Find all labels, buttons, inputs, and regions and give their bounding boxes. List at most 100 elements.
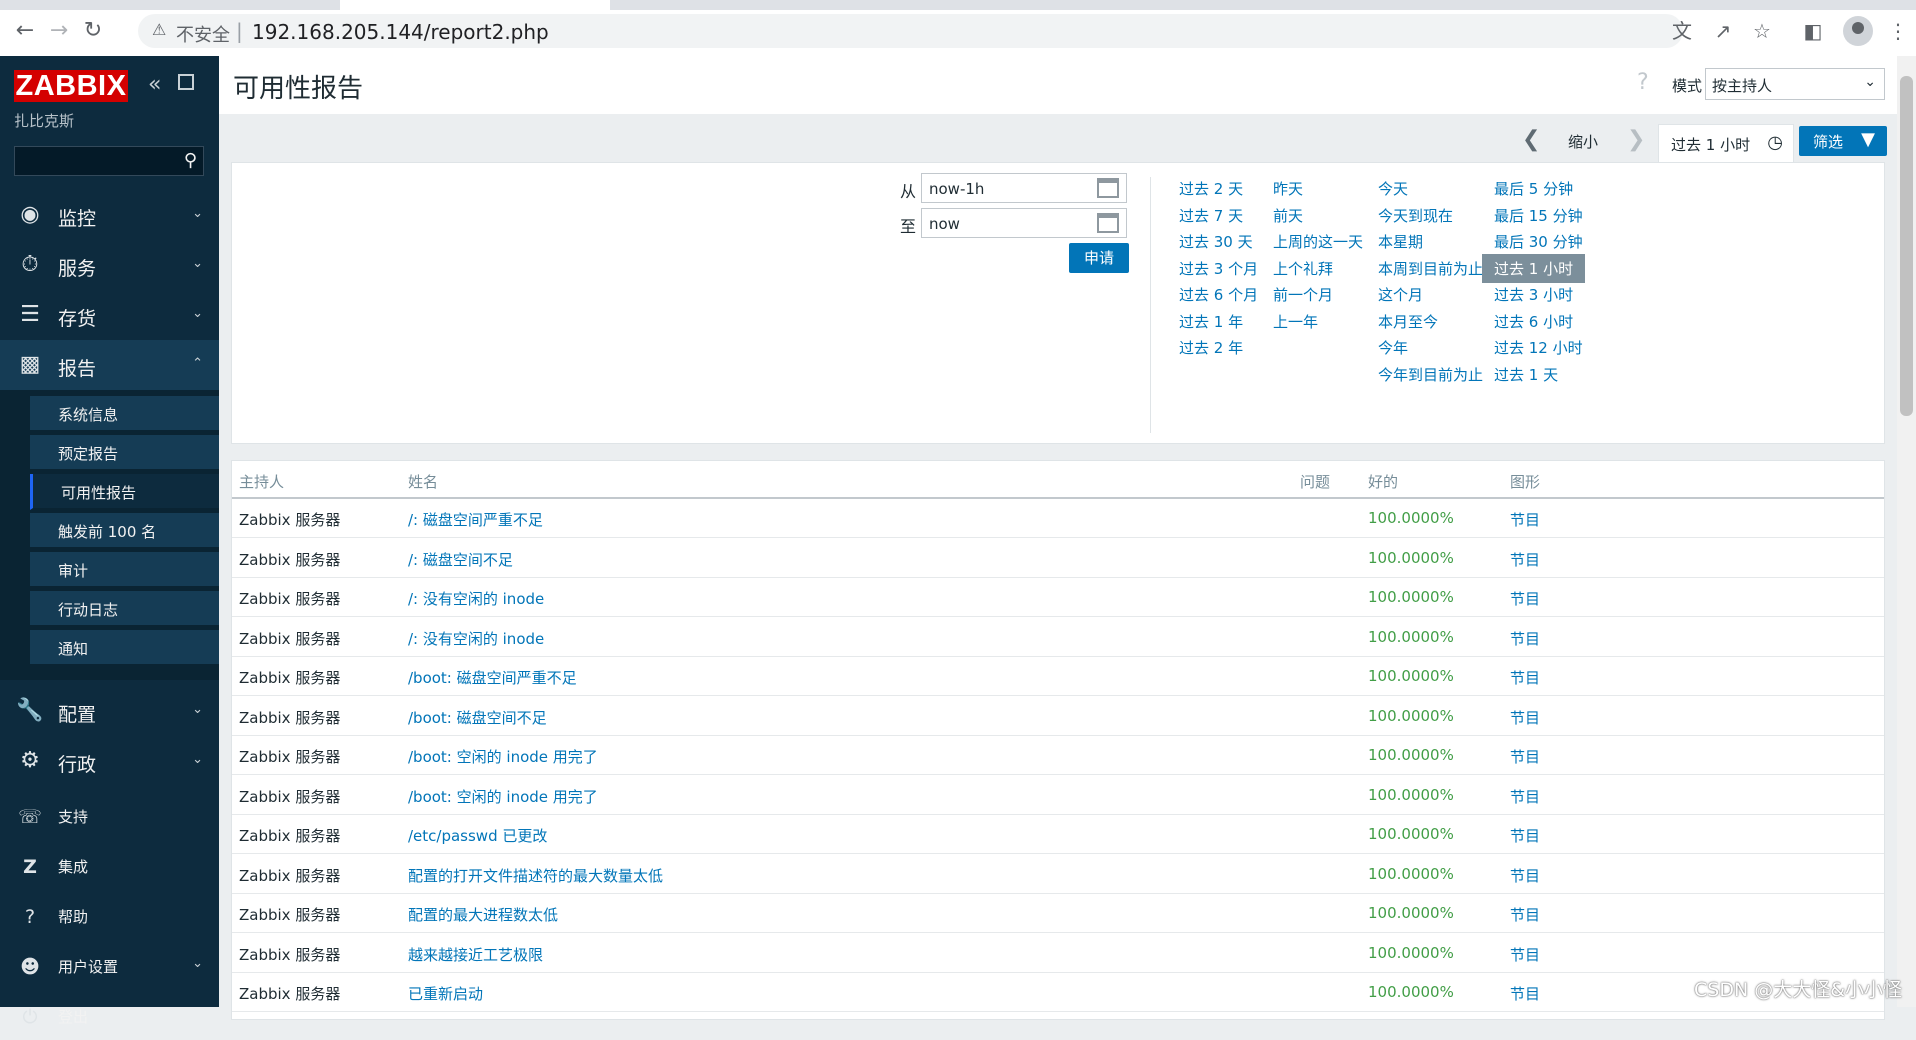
submenu-scheduled-reports[interactable]: 预定报告 [30,435,219,471]
quick-range-link[interactable]: 最后 5 分钟 [1494,178,1573,199]
submenu-audit[interactable]: 审计 [30,552,219,588]
collapse-sidebar-icon[interactable]: « [148,72,161,97]
time-next-icon[interactable]: ❯ [1627,127,1645,152]
active-tab[interactable] [340,0,610,10]
submenu-notifications[interactable]: 通知 [30,630,219,666]
trigger-name-link[interactable]: 越来越接近工艺极限 [408,944,543,965]
share-icon[interactable]: ↗ [1709,18,1737,44]
forward-icon[interactable]: → [46,18,72,44]
time-prev-icon[interactable]: ❮ [1522,127,1540,152]
column-name[interactable]: 姓名 [408,471,438,492]
menu-monitoring[interactable]: ◉ 监控 ⌄ [0,190,219,240]
quick-range-link[interactable]: 本周到目前为止 [1378,258,1483,279]
trigger-name-link[interactable]: /boot: 空闲的 inode 用完了 [408,786,598,807]
calendar-icon[interactable] [1097,213,1119,233]
quick-range-link[interactable]: 这个月 [1378,284,1423,305]
quick-range-link[interactable]: 本月至今 [1378,311,1438,332]
trigger-name-link[interactable]: 已重新启动 [408,983,483,1004]
sidebar-search-input[interactable]: ⚲ [14,146,204,176]
graph-link[interactable]: 节目 [1510,904,1540,925]
graph-link[interactable]: 节目 [1510,983,1540,1004]
quick-range-link[interactable]: 过去 2 天 [1179,178,1243,199]
menu-inventory[interactable]: ☰ 存货 ⌄ [0,290,219,340]
menu-dots-icon[interactable]: ⋮ [1884,18,1912,44]
quick-range-link[interactable]: 过去 30 天 [1179,231,1253,252]
graph-link[interactable]: 节目 [1510,786,1540,807]
trigger-name-link[interactable]: /etc/passwd 已更改 [408,825,547,846]
address-bar[interactable]: ⚠ 不安全 | 192.168.205.144/report2.php [138,14,1683,48]
quick-range-link[interactable]: 过去 1 天 [1494,364,1558,385]
submenu-availability-report[interactable]: 可用性报告 [30,474,219,510]
menu-reports[interactable]: ▩ 报告 ⌃ [0,340,219,390]
submenu-system-info[interactable]: 系统信息 [30,396,219,432]
reload-icon[interactable]: ↻ [80,18,106,44]
quick-range-link[interactable]: 过去 6 个月 [1179,284,1258,305]
search-icon[interactable]: ⚲ [184,150,197,171]
quick-range-link[interactable]: 过去 3 个月 [1179,258,1258,279]
quick-range-link[interactable]: 过去 7 天 [1179,205,1243,226]
graph-link[interactable]: 节目 [1510,628,1540,649]
quick-range-link[interactable]: 最后 15 分钟 [1494,205,1583,226]
graph-link[interactable]: 节目 [1510,509,1540,530]
zabbix-logo[interactable]: ZABBIX [14,70,128,102]
trigger-name-link[interactable]: /boot: 磁盘空间严重不足 [408,667,577,688]
quick-range-link[interactable]: 今年到目前为止 [1378,364,1483,385]
trigger-name-link[interactable]: /: 磁盘空间严重不足 [408,509,543,530]
quick-range-link[interactable]: 最后 30 分钟 [1494,231,1583,252]
quick-range-link[interactable]: 上个礼拜 [1273,258,1333,279]
url-text[interactable]: 192.168.205.144/report2.php [252,20,549,44]
menu-configuration[interactable]: 🔧 配置 ⌄ [0,686,219,736]
help-icon[interactable]: ? [1637,70,1649,95]
graph-link[interactable]: 节目 [1510,944,1540,965]
quick-range-link[interactable]: 今天到现在 [1378,205,1453,226]
graph-link[interactable]: 节目 [1510,667,1540,688]
graph-link[interactable]: 节目 [1510,746,1540,767]
trigger-name-link[interactable]: /boot: 磁盘空间不足 [408,707,547,728]
column-host[interactable]: 主持人 [239,471,284,492]
back-icon[interactable]: ← [12,18,38,44]
bookmark-star-icon[interactable]: ☆ [1748,18,1776,44]
quick-range-link[interactable]: 过去 12 小时 [1494,337,1583,358]
quick-range-link[interactable]: 上周的这一天 [1273,231,1363,252]
translate-icon[interactable]: 文 [1668,18,1696,44]
submenu-top-100-triggers[interactable]: 触发前 100 名 [30,513,219,549]
quick-range-link[interactable]: 过去 1 小时 [1482,253,1586,283]
zoom-out-button[interactable]: 缩小 [1568,131,1598,152]
trigger-name-link[interactable]: /: 磁盘空间不足 [408,549,513,570]
quick-range-link[interactable]: 过去 6 小时 [1494,311,1573,332]
quick-range-link[interactable]: 今年 [1378,337,1408,358]
menu-user-settings[interactable]: ☻ 用户设置 ⌄ [0,940,219,990]
filter-button[interactable]: 筛选 ▼ [1799,126,1887,156]
trigger-name-link[interactable]: 配置的最大进程数太低 [408,904,558,925]
quick-range-link[interactable]: 昨天 [1273,178,1303,199]
graph-link[interactable]: 节目 [1510,865,1540,886]
trigger-name-link[interactable]: /boot: 空闲的 inode 用完了 [408,746,598,767]
quick-range-link[interactable]: 上一年 [1273,311,1318,332]
submenu-action-log[interactable]: 行动日志 [30,591,219,627]
time-range-tab[interactable]: 过去 1 小时 ◷ [1658,124,1794,162]
calendar-icon[interactable] [1097,178,1119,198]
menu-support[interactable]: ☏ 支持 [0,790,219,840]
graph-link[interactable]: 节目 [1510,825,1540,846]
quick-range-link[interactable]: 本星期 [1378,231,1423,252]
menu-sign-out[interactable]: ⏻ 登出 [0,990,219,1040]
menu-help[interactable]: ? 帮助 [0,890,219,940]
quick-range-link[interactable]: 过去 2 年 [1179,337,1243,358]
mode-select[interactable]: 按主持人 ⌄ [1705,68,1885,100]
graph-link[interactable]: 节目 [1510,707,1540,728]
menu-services[interactable]: ⏱ 服务 ⌄ [0,240,219,290]
quick-range-link[interactable]: 前一个月 [1273,284,1333,305]
menu-integrations[interactable]: Z 集成 [0,840,219,890]
quick-range-link[interactable]: 过去 3 小时 [1494,284,1573,305]
trigger-name-link[interactable]: 配置的打开文件描述符的最大数量太低 [408,865,663,886]
quick-range-link[interactable]: 今天 [1378,178,1408,199]
profile-avatar[interactable] [1843,16,1873,46]
scrollbar-thumb[interactable] [1900,76,1913,416]
graph-link[interactable]: 节目 [1510,549,1540,570]
graph-link[interactable]: 节目 [1510,588,1540,609]
page-scrollbar[interactable] [1897,56,1916,1007]
quick-range-link[interactable]: 前天 [1273,205,1303,226]
menu-administration[interactable]: ⚙ 行政 ⌄ [0,736,219,786]
side-panel-icon[interactable]: ◧ [1799,18,1827,44]
trigger-name-link[interactable]: /: 没有空闲的 inode [408,628,544,649]
